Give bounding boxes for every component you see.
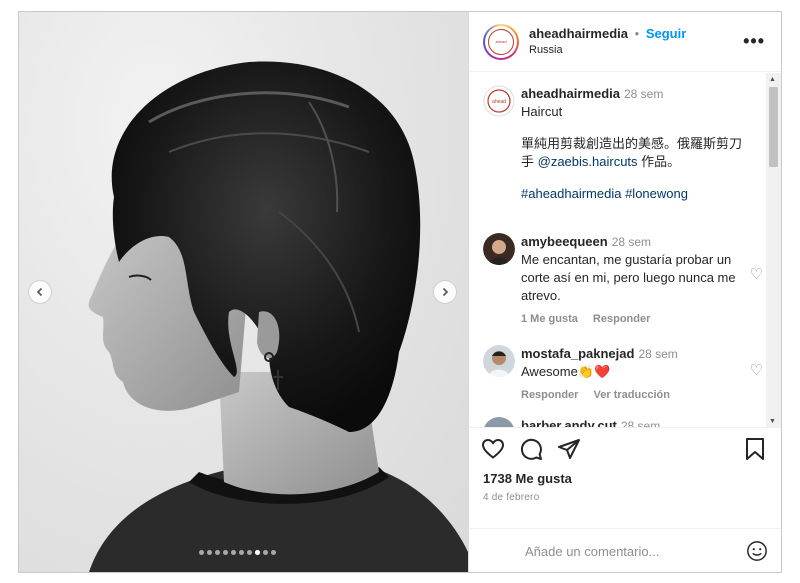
comment-item: mostafa_paknejad 28 sem Awesome👏❤️ ♡ Resp… <box>483 345 763 401</box>
scrollbar-thumb[interactable] <box>769 87 778 167</box>
send-icon[interactable] <box>557 437 581 461</box>
avatar[interactable] <box>483 417 515 427</box>
mention-link[interactable]: @zaebis.haircuts <box>538 154 638 169</box>
carousel-dot <box>247 550 252 555</box>
comment-username[interactable]: mostafa_paknejad <box>521 346 634 361</box>
likes-count[interactable]: 1738 Me gusta <box>469 470 781 488</box>
carousel-dot <box>207 550 212 555</box>
chevron-right-icon <box>442 287 449 297</box>
header-username[interactable]: aheadhairmedia <box>529 26 628 41</box>
comment-time: 28 sem <box>611 235 652 249</box>
heart-icon[interactable] <box>481 437 505 461</box>
avatar[interactable]: ahead <box>483 85 515 117</box>
comments-scrollbar[interactable]: ▲ ▼ <box>766 73 781 427</box>
caption: ahead aheadhairmedia 28 sem Haircut 單純用剪裁… <box>483 85 763 203</box>
follow-button[interactable]: Seguir <box>646 26 686 41</box>
post-media[interactable] <box>19 12 468 572</box>
carousel-dot <box>263 550 268 555</box>
comment-likes-count[interactable]: 1 Me gusta <box>521 313 578 325</box>
post-side-panel: ahead aheadhairmedia • Seguir Russia •••… <box>468 12 781 572</box>
carousel-prev-button[interactable] <box>28 280 52 304</box>
post-header: ahead aheadhairmedia • Seguir Russia ••• <box>469 12 781 72</box>
carousel-dot <box>215 550 220 555</box>
carousel-dot <box>199 550 204 555</box>
comment-item: barber.andy.cut 28 sem <box>483 417 763 427</box>
comment-text: Awesome👏❤️ <box>521 364 611 379</box>
bookmark-icon[interactable] <box>744 437 766 461</box>
post-footer: 1738 Me gusta 4 de febrero <box>469 427 781 561</box>
avatar[interactable] <box>483 233 515 265</box>
carousel-dot <box>223 550 228 555</box>
caption-time: 28 sem <box>624 87 664 101</box>
see-translation-button[interactable]: Ver traducción <box>594 389 670 401</box>
chevron-left-icon <box>36 287 43 297</box>
add-comment-bar <box>469 528 781 572</box>
svg-text:ahead: ahead <box>492 99 506 105</box>
brand-logo: ahead <box>488 28 514 55</box>
caption-title: Haircut <box>521 104 563 119</box>
separator-dot: • <box>634 25 640 41</box>
reply-button[interactable]: Responder <box>593 313 650 325</box>
comment-like-icon[interactable]: ♡ <box>750 265 763 283</box>
avatar[interactable] <box>483 345 515 377</box>
carousel-dot <box>239 550 244 555</box>
location-link[interactable]: Russia <box>529 42 739 58</box>
post-modal: ahead aheadhairmedia • Seguir Russia •••… <box>18 11 782 573</box>
scroll-up-arrow-icon[interactable]: ▲ <box>769 76 776 83</box>
avatar[interactable]: ahead <box>483 23 519 60</box>
carousel-dot <box>255 550 260 555</box>
comment-icon[interactable] <box>519 437 543 461</box>
comments-list: ahead aheadhairmedia 28 sem Haircut 單純用剪裁… <box>469 73 781 427</box>
caption-body-text: 手 <box>521 154 538 169</box>
action-bar <box>469 428 781 470</box>
caption-body: 單純用剪裁創造出的美感。俄羅斯剪刀 手 @zaebis.haircuts 作品。 <box>521 135 763 171</box>
caption-username[interactable]: aheadhairmedia <box>521 86 620 101</box>
scroll-down-arrow-icon[interactable]: ▼ <box>769 418 776 425</box>
comment-time: 28 sem <box>620 419 661 427</box>
comment-text: Me encantan, me gustaría probar un corte… <box>521 252 736 303</box>
post-photo <box>88 61 468 572</box>
comment-username[interactable]: amybeequeen <box>521 234 608 249</box>
comment-username[interactable]: barber.andy.cut <box>521 418 617 427</box>
carousel-next-button[interactable] <box>433 280 457 304</box>
hashtags-link[interactable]: #aheadhairmedia #lonewong <box>521 185 763 203</box>
carousel-indicator <box>199 550 276 555</box>
carousel-dot <box>271 550 276 555</box>
carousel-dot <box>231 550 236 555</box>
comment-item: amybeequeen 28 sem Me encantan, me gustar… <box>483 233 763 325</box>
more-options-icon[interactable]: ••• <box>739 31 769 52</box>
comment-like-icon[interactable]: ♡ <box>750 361 763 379</box>
comment-time: 28 sem <box>638 347 678 361</box>
post-date[interactable]: 4 de febrero <box>469 488 781 503</box>
emoji-icon[interactable] <box>746 540 768 562</box>
caption-body-line: 單純用剪裁創造出的美感。俄羅斯剪刀 <box>521 136 743 151</box>
caption-body-text: 作品。 <box>637 154 681 169</box>
reply-button[interactable]: Responder <box>521 389 578 401</box>
comment-input[interactable] <box>525 543 746 559</box>
